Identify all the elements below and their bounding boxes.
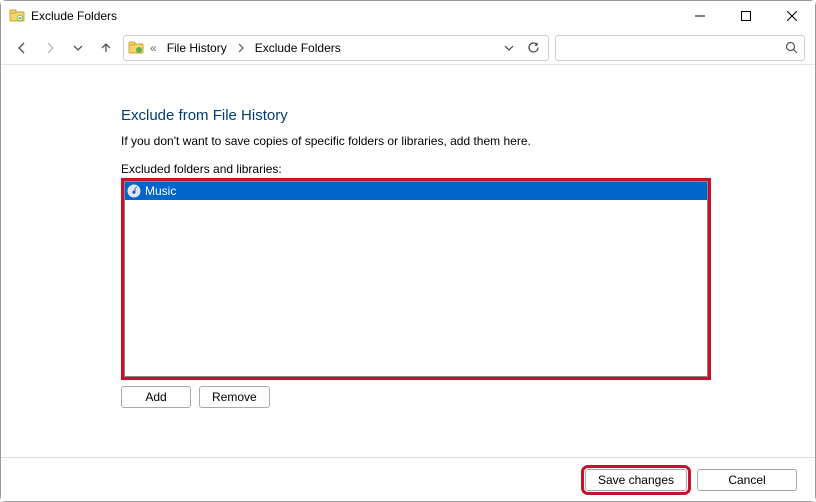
cancel-button[interactable]: Cancel — [697, 469, 797, 491]
dialog-footer: Save changes Cancel — [1, 457, 815, 501]
chevron-right-icon — [235, 43, 247, 53]
close-button[interactable] — [769, 1, 815, 31]
nav-toolbar: « File History Exclude Folders — [1, 31, 815, 65]
address-icon — [128, 40, 144, 56]
refresh-button[interactable] — [522, 37, 544, 59]
app-icon — [9, 8, 25, 24]
add-button[interactable]: Add — [121, 386, 191, 408]
page-heading: Exclude from File History — [121, 107, 711, 124]
titlebar: Exclude Folders — [1, 1, 815, 31]
list-label: Excluded folders and libraries: — [121, 162, 711, 176]
save-changes-button[interactable]: Save changes — [585, 469, 687, 491]
list-item[interactable]: Music — [125, 182, 707, 200]
page-description: If you don't want to save copies of spec… — [121, 134, 711, 148]
address-dropdown-button[interactable] — [498, 37, 520, 59]
remove-button[interactable]: Remove — [199, 386, 270, 408]
recent-locations-button[interactable] — [67, 37, 89, 59]
minimize-button[interactable] — [677, 1, 723, 31]
search-input[interactable] — [562, 40, 785, 56]
back-button[interactable] — [11, 37, 33, 59]
main-panel: Exclude from File History If you don't w… — [121, 107, 711, 408]
window-title: Exclude Folders — [31, 9, 117, 23]
tutorial-highlight-listbox: Music — [121, 178, 711, 380]
breadcrumb-file-history[interactable]: File History — [163, 39, 231, 57]
forward-button[interactable] — [39, 37, 61, 59]
up-button[interactable] — [95, 37, 117, 59]
search-box[interactable] — [555, 35, 805, 61]
music-icon — [127, 184, 141, 198]
breadcrumb-exclude-folders[interactable]: Exclude Folders — [251, 39, 345, 57]
excluded-listbox[interactable]: Music — [124, 181, 708, 377]
address-bar[interactable]: « File History Exclude Folders — [123, 35, 549, 61]
search-icon — [785, 41, 798, 54]
list-item-label: Music — [145, 184, 176, 198]
maximize-button[interactable] — [723, 1, 769, 31]
breadcrumb-prefix: « — [148, 41, 159, 55]
